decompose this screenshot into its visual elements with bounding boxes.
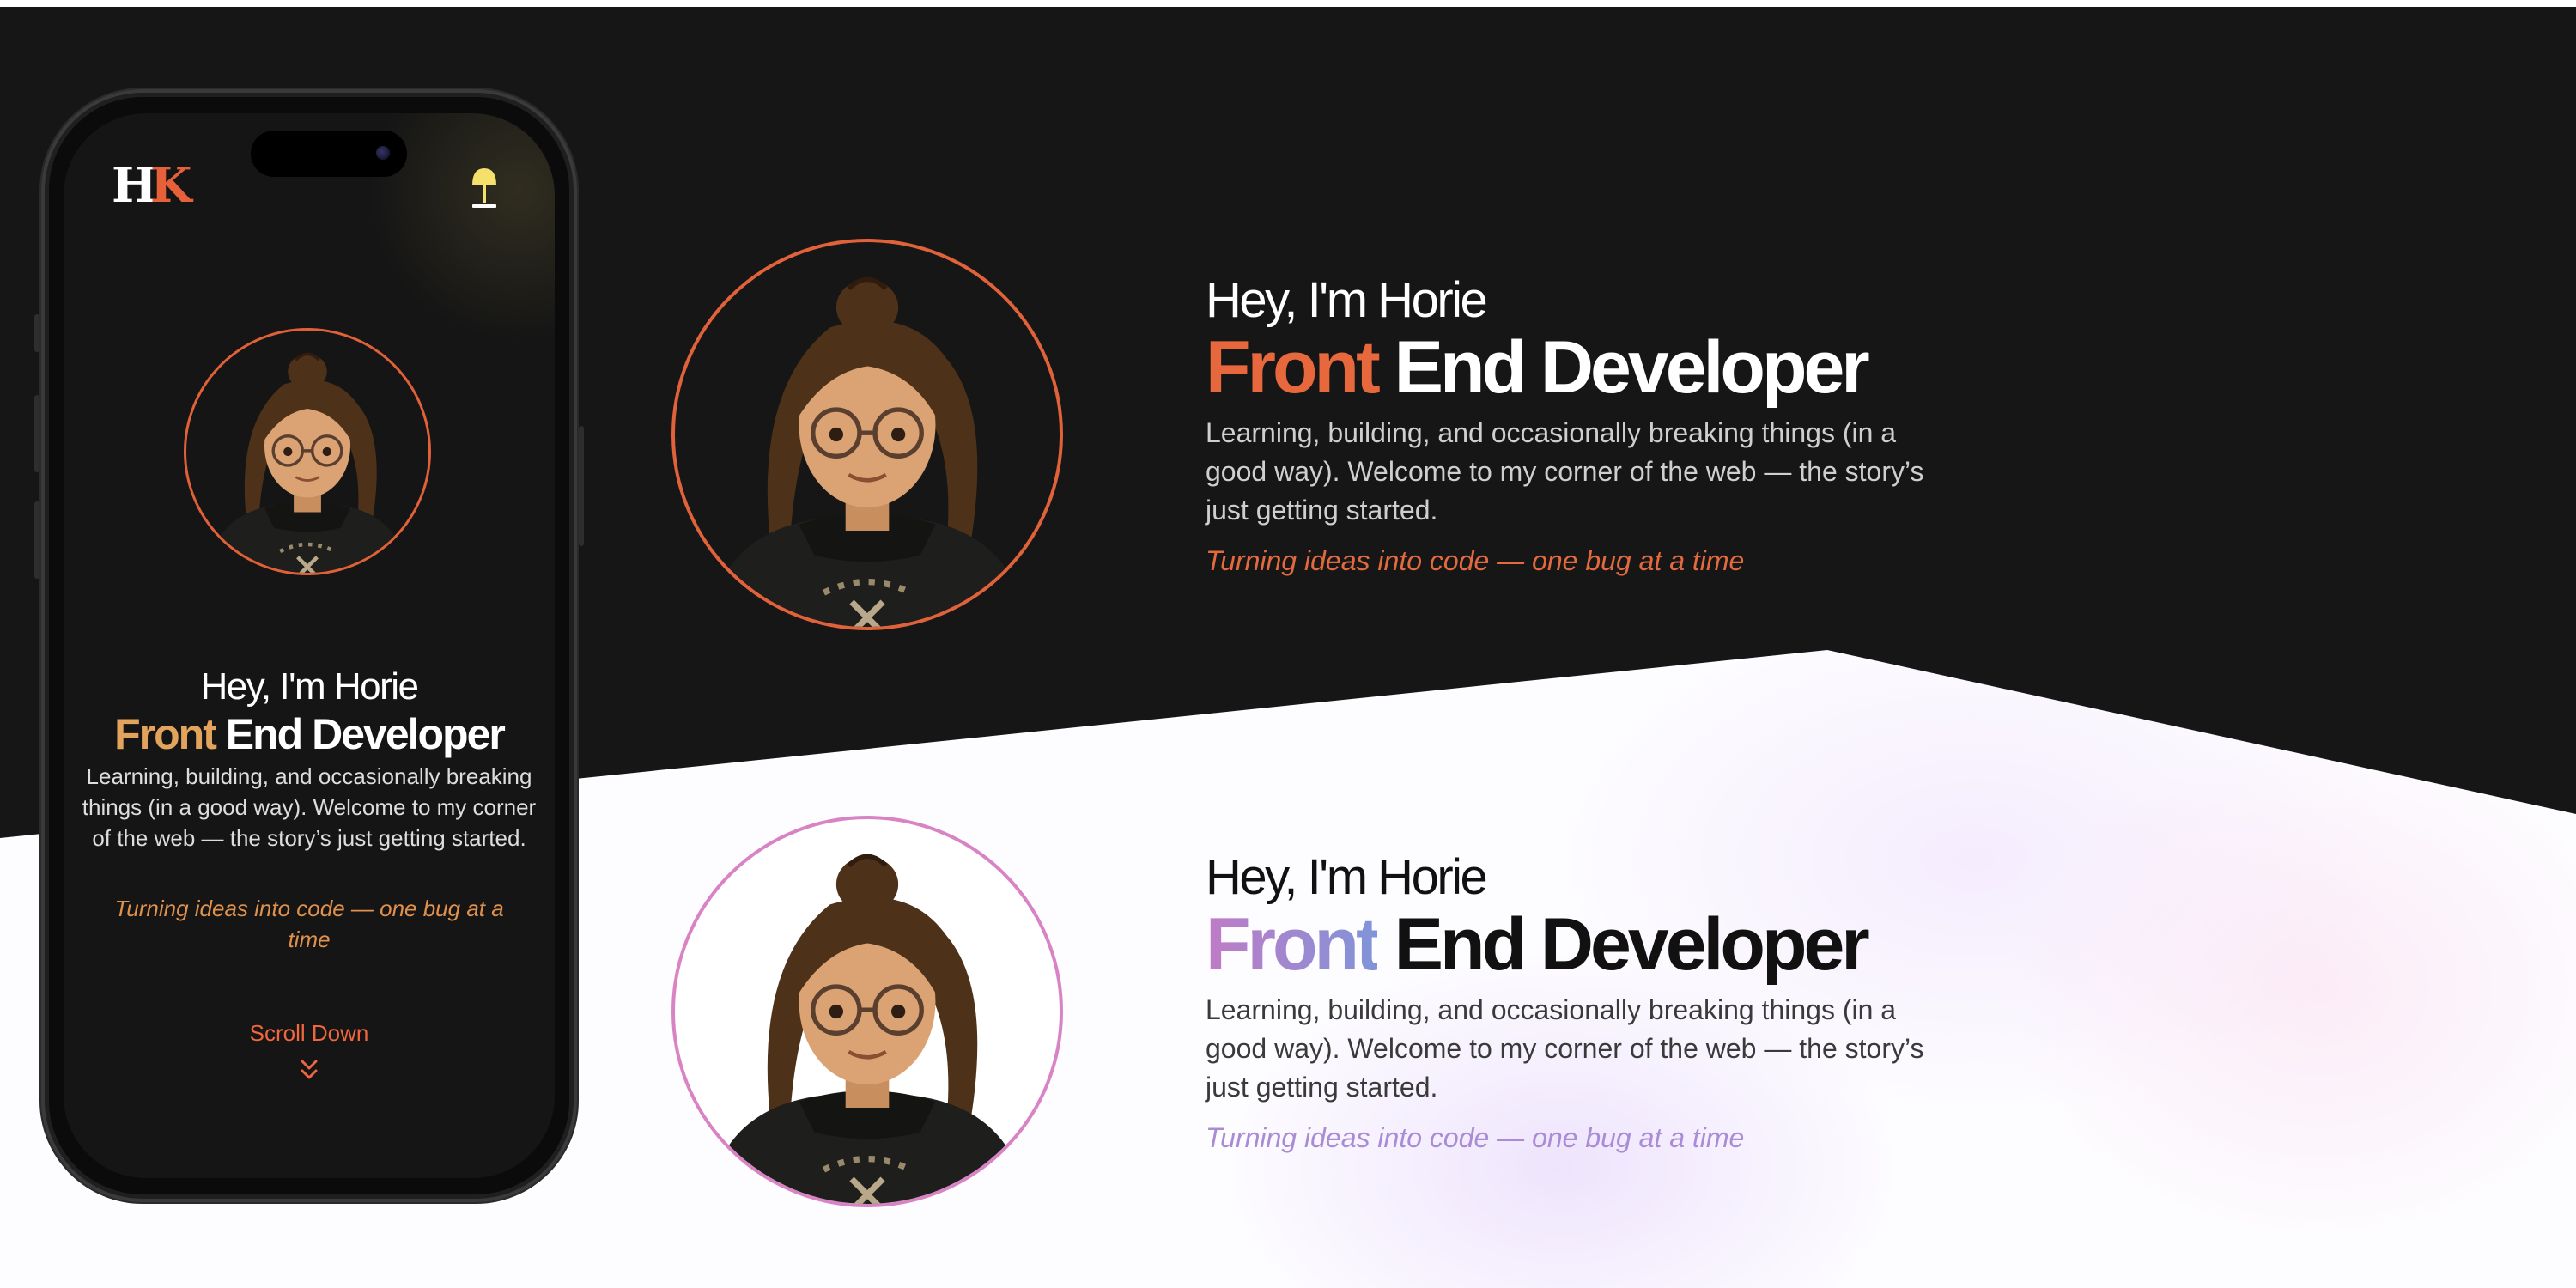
intro-description: Learning, building, and occasionally bre… <box>1206 417 1924 526</box>
role-accent: Front <box>1206 326 1381 409</box>
phone-volume-down-button <box>34 501 39 579</box>
avatar <box>671 239 1063 630</box>
dynamic-island <box>251 131 407 177</box>
avatar-illustration <box>675 819 1060 1204</box>
role-rest: End Developer <box>1394 903 1870 986</box>
site-logo[interactable]: HK <box>112 161 192 210</box>
tagline: Turning ideas into code — one bug at a t… <box>1206 545 1745 576</box>
double-chevron-down-icon[interactable] <box>297 1058 321 1084</box>
role-accent: Front <box>114 710 217 758</box>
phone-mockup: HK Hey, I'm Horie Front End Developer Le… <box>34 89 584 1202</box>
logo-letter-k: K <box>149 157 192 214</box>
avatar-illustration <box>675 242 1060 627</box>
top-border <box>0 0 2576 7</box>
hero-text: Hey, I'm Horie Front End Developer Learn… <box>1206 271 1978 580</box>
intro-description: Learning, building, and occasionally bre… <box>1206 994 1924 1103</box>
role-rest: End Developer <box>1394 326 1870 409</box>
greeting: Hey, I'm Horie <box>200 665 419 708</box>
role-accent: Front <box>1206 903 1381 986</box>
logo-letter-h: H <box>112 157 157 214</box>
phone-screen: HK Hey, I'm Horie Front End Developer Le… <box>64 113 555 1178</box>
tagline: Turning ideas into code — one bug at a t… <box>114 896 504 952</box>
phone-power-button <box>579 426 584 546</box>
role-title: Front End Developer <box>64 713 555 756</box>
role-title: Front End Developer <box>1206 326 1978 409</box>
tagline: Turning ideas into code — one bug at a t… <box>1206 1122 1745 1153</box>
hero-text: Hey, I'm Horie Front End Developer Learn… <box>1206 848 1978 1157</box>
avatar <box>671 816 1063 1207</box>
role-title: Front End Developer <box>1206 903 1978 986</box>
phone-action-button <box>34 314 39 352</box>
avatar <box>184 328 431 575</box>
intro-description: Learning, building, and occasionally bre… <box>82 763 537 851</box>
role-rest: End Developer <box>225 710 506 758</box>
greeting: Hey, I'm Horie <box>1206 849 1488 905</box>
avatar-illustration <box>186 331 428 573</box>
phone-volume-up-button <box>34 395 39 472</box>
lamp-icon[interactable] <box>467 165 501 213</box>
greeting: Hey, I'm Horie <box>1206 272 1488 328</box>
camera-icon <box>376 146 390 160</box>
scroll-down-link[interactable]: Scroll Down <box>64 1022 555 1044</box>
